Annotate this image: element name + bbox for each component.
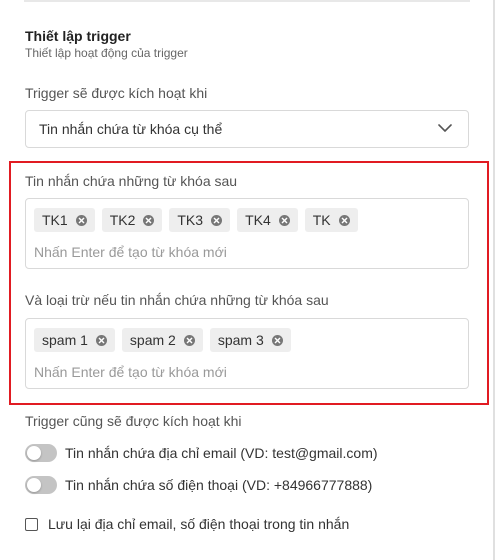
remove-tag-icon[interactable]: [211, 214, 223, 226]
trigger-when-label: Trigger sẽ được kích hoạt khi: [25, 85, 208, 101]
save-contact-checkbox[interactable]: [25, 517, 38, 531]
keyword-tag: TK4: [237, 208, 298, 232]
remove-tag-icon[interactable]: [143, 214, 155, 226]
remove-tag-icon[interactable]: [271, 334, 283, 346]
email-toggle[interactable]: [25, 444, 57, 462]
keyword-tag: TK: [304, 208, 358, 232]
remove-tag-icon[interactable]: [338, 214, 350, 226]
remove-tag-icon[interactable]: [95, 334, 107, 346]
trigger-type-select[interactable]: Tin nhắn chứa từ khóa cụ thể: [25, 110, 469, 148]
trigger-type-value: Tin nhắn chứa từ khóa cụ thể: [39, 121, 223, 137]
keyword-tag-label: TK1: [42, 212, 68, 228]
keyword-tag-label: spam 3: [217, 332, 264, 348]
remove-tag-icon[interactable]: [183, 334, 195, 346]
top-divider: [24, 0, 470, 2]
keyword-tag: spam 1: [34, 328, 115, 352]
keyword-tag-label: spam 2: [129, 332, 176, 348]
keyword-tag-label: TK4: [245, 212, 271, 228]
keywords-tag-list: TK1 TK2 TK3 TK4 TK: [34, 208, 358, 232]
keyword-tag: TK1: [34, 208, 95, 232]
phone-toggle-label: Tin nhắn chứa số điện thoại (VD: +849667…: [65, 477, 373, 493]
keyword-tag-label: TK2: [109, 212, 136, 228]
section-title: Thiết lập trigger: [25, 28, 131, 44]
exclude-tag-input[interactable]: spam 1 spam 2 spam 3: [25, 318, 469, 389]
also-trigger-label: Trigger cũng sẽ được kích hoạt khi: [25, 413, 242, 429]
save-contact-label: Lưu lại địa chỉ email, số điện thoại tro…: [48, 516, 350, 532]
phone-toggle[interactable]: [25, 476, 57, 494]
remove-tag-icon[interactable]: [278, 214, 290, 226]
keywords-tag-input[interactable]: TK1 TK2 TK3 TK4 TK: [25, 198, 469, 269]
exclude-label: Và loại trừ nếu tin nhắn chứa những từ k…: [25, 292, 329, 308]
email-toggle-row: Tin nhắn chứa địa chỉ email (VD: test@gm…: [25, 444, 378, 462]
keyword-tag-label: TK3: [177, 212, 204, 228]
save-contact-row: Lưu lại địa chỉ email, số điện thoại tro…: [25, 516, 349, 532]
keyword-tag-label: TK: [312, 212, 331, 228]
keyword-tag: spam 3: [209, 328, 291, 352]
keyword-tag: spam 2: [121, 328, 203, 352]
keyword-tag: TK3: [169, 208, 231, 232]
remove-tag-icon[interactable]: [75, 214, 87, 226]
exclude-new-input[interactable]: [34, 362, 454, 382]
keywords-new-input[interactable]: [34, 242, 454, 262]
keyword-tag-label: spam 1: [42, 332, 88, 348]
email-toggle-label: Tin nhắn chứa địa chỉ email (VD: test@gm…: [65, 445, 378, 461]
toggle-knob: [27, 446, 41, 460]
phone-toggle-row: Tin nhắn chứa số điện thoại (VD: +849667…: [25, 476, 372, 494]
section-subtitle: Thiết lập hoạt động của trigger: [25, 46, 188, 60]
toggle-knob: [27, 478, 41, 492]
keywords-label: Tin nhắn chứa những từ khóa sau: [25, 173, 238, 189]
chevron-down-icon: [438, 124, 452, 132]
exclude-tag-list: spam 1 spam 2 spam 3: [34, 328, 291, 352]
keyword-tag: TK2: [101, 208, 163, 232]
